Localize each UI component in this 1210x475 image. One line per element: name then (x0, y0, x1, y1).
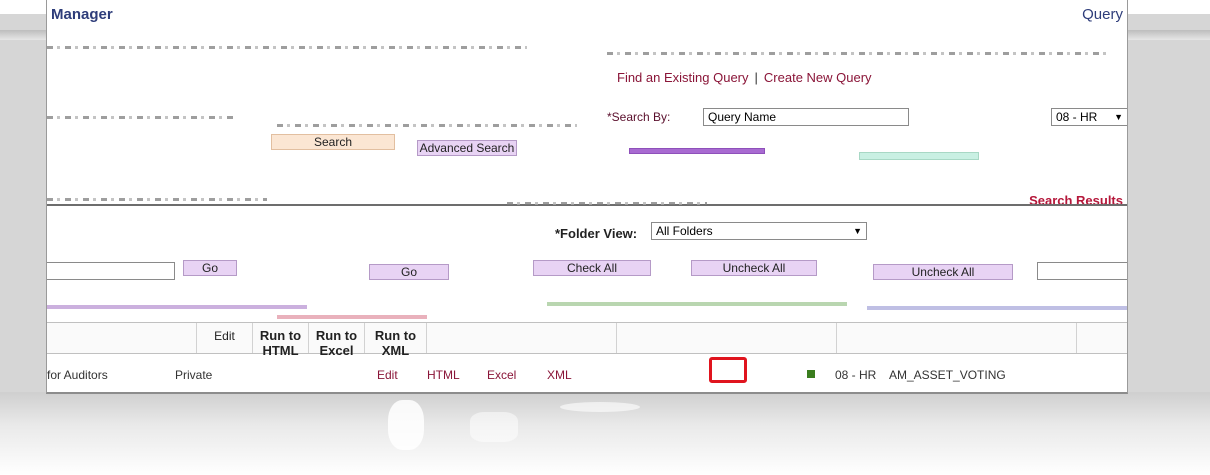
col-header-run-html: Run to HTML (253, 323, 309, 358)
chevron-down-icon: ▼ (1114, 112, 1123, 122)
query-nav-links: Find an Existing Query | Create New Query (617, 70, 872, 85)
background-bottom (0, 392, 1210, 475)
folder-view-value: All Folders (656, 224, 713, 238)
row-xml-link[interactable]: XML (547, 368, 572, 382)
col-header (837, 323, 1077, 353)
purple-button-fragment[interactable] (629, 148, 765, 154)
action-select[interactable] (47, 262, 175, 280)
create-new-query-link[interactable]: Create New Query (764, 70, 872, 85)
check-all-button[interactable]: Check All (533, 260, 651, 276)
col-header-edit: Edit (197, 323, 253, 353)
advanced-search-button[interactable]: Advanced Search (417, 140, 517, 156)
garbled-text (47, 46, 527, 49)
garbled-text (47, 305, 307, 309)
col-header (427, 323, 617, 353)
garbled-text (507, 202, 707, 205)
search-row: *Search By: Query Name 08 - HR ▼ (47, 108, 1127, 128)
row-excel-link[interactable]: Excel (487, 368, 516, 382)
mint-button-fragment[interactable] (859, 152, 979, 160)
row-html-link[interactable]: HTML (427, 368, 460, 382)
go-button-left[interactable]: Go (183, 260, 237, 276)
swirl-artifact (388, 400, 424, 450)
col-header (617, 323, 837, 353)
row-prefix: for Auditors (47, 368, 108, 382)
table-row: for Auditors Private Edit HTML Excel XML… (47, 366, 1127, 386)
highlight-box (709, 357, 747, 383)
garbled-text (547, 302, 847, 306)
col-header-run-xml: Run to XML (365, 323, 427, 358)
uncheck-all-button[interactable]: Uncheck All (691, 260, 817, 276)
search-by-value: Query Name (708, 110, 777, 124)
go-button-right[interactable]: Go (369, 264, 449, 280)
row-source: 08 - HR (835, 368, 877, 382)
right-select[interactable] (1037, 262, 1127, 280)
row-description: AM_ASSET_VOTING (889, 368, 1006, 382)
row-edit-link[interactable]: Edit (377, 368, 398, 382)
chevron-down-icon: ▼ (853, 226, 862, 236)
app-title: Manager (51, 6, 113, 23)
source-select[interactable]: 08 - HR ▼ (1051, 108, 1127, 126)
col-header-run-excel: Run to Excel (309, 323, 365, 358)
garbled-text (277, 315, 427, 319)
search-by-select[interactable]: Query Name (703, 108, 909, 126)
page-title: Query (1082, 6, 1123, 23)
col-header (1077, 323, 1127, 353)
row-checkbox[interactable] (807, 370, 815, 378)
search-button[interactable]: Search (271, 134, 395, 150)
swirl-artifact (560, 402, 640, 412)
results-grid-header: Edit Run to HTML Run to Excel Run to XML (47, 322, 1127, 358)
swirl-artifact (470, 412, 518, 442)
query-manager-window: Manager Query Find an Existing Query | Cre… (46, 0, 1128, 394)
garbled-text (607, 52, 1107, 55)
link-separator: | (754, 70, 758, 85)
source-value: 08 - HR (1056, 110, 1098, 124)
folder-view-select[interactable]: All Folders ▼ (651, 222, 867, 240)
folder-view-label: *Folder View: (555, 226, 638, 241)
uncheck-all-button-right[interactable]: Uncheck All (873, 264, 1013, 280)
garbled-text (47, 198, 267, 201)
col-header (47, 323, 197, 353)
garbled-text (867, 306, 1127, 310)
row-owner: Private (175, 368, 213, 382)
find-existing-query-link[interactable]: Find an Existing Query (617, 70, 749, 85)
search-by-label: *Search By: (607, 110, 671, 124)
